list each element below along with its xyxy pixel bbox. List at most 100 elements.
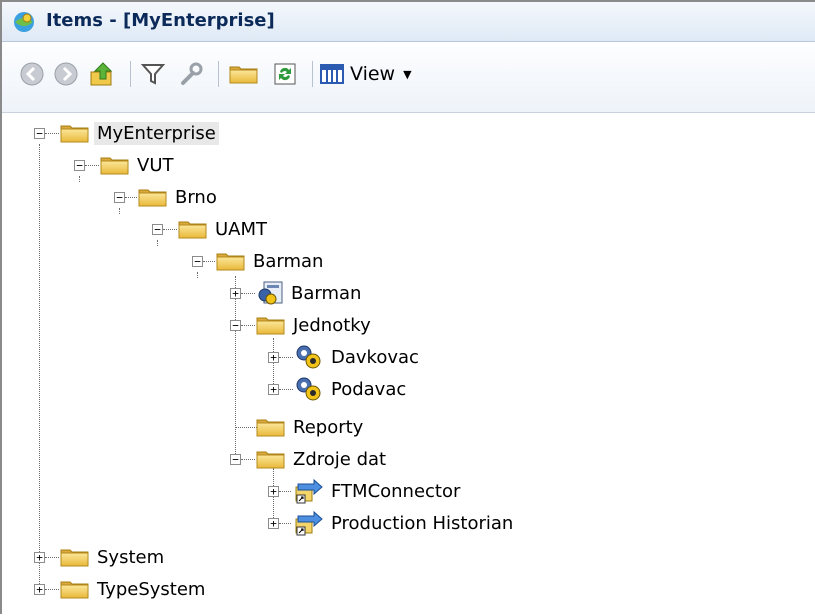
folder-icon xyxy=(60,547,90,567)
gears-icon xyxy=(294,376,324,402)
window-title: Items - [MyEnterprise] xyxy=(46,10,275,31)
tree-line xyxy=(235,276,236,460)
expander-vut[interactable]: − xyxy=(74,160,85,171)
node-label: Barman xyxy=(253,250,324,272)
folder-icon xyxy=(216,251,246,271)
back-icon xyxy=(20,62,44,86)
folder-icon xyxy=(256,315,286,335)
toolbar-separator xyxy=(130,61,131,87)
node-label: System xyxy=(97,546,165,568)
filter-icon xyxy=(140,64,166,85)
tree-line xyxy=(241,293,255,294)
toolbar: View ▼ xyxy=(2,43,815,113)
folder-icon xyxy=(60,123,90,143)
view-menu-button[interactable]: View ▼ xyxy=(320,57,440,91)
tree-line xyxy=(125,197,137,198)
tree-node-ftmconnector[interactable]: FTMConnector xyxy=(292,478,463,504)
node-label: Davkovac xyxy=(331,346,419,368)
expander-jednotky[interactable]: − xyxy=(230,320,241,331)
tree-line xyxy=(197,272,198,278)
folder-icon xyxy=(178,219,208,239)
expander-uamt[interactable]: − xyxy=(152,224,163,235)
tree-line xyxy=(85,165,99,166)
tree-line xyxy=(279,357,293,358)
barman-object-icon xyxy=(256,281,284,305)
tree-line xyxy=(203,261,215,262)
chevron-down-icon: ▼ xyxy=(403,67,412,81)
tree-line xyxy=(45,133,59,134)
tree-node-production-historian[interactable]: Production Historian xyxy=(292,510,516,536)
toolbar-separator xyxy=(312,61,313,87)
tree-line xyxy=(279,491,291,492)
node-label: TypeSystem xyxy=(97,578,206,600)
node-label: Barman xyxy=(291,282,362,304)
expander-typesystem[interactable]: + xyxy=(34,584,45,595)
expander-brno[interactable]: − xyxy=(114,192,125,203)
expander-davkovac[interactable]: + xyxy=(268,352,279,363)
folder-icon xyxy=(100,155,130,175)
forward-button[interactable] xyxy=(52,57,80,91)
tree-node-myenterprise[interactable]: MyEnterprise xyxy=(60,120,219,146)
folder-icon xyxy=(256,449,286,469)
tree-line xyxy=(241,459,255,460)
forward-icon xyxy=(54,62,78,86)
expander-ftmconnector[interactable]: + xyxy=(268,486,279,497)
columns-view-icon xyxy=(320,64,344,84)
tree-line xyxy=(241,325,255,326)
new-folder-button[interactable] xyxy=(228,57,260,91)
up-folder-button[interactable] xyxy=(88,57,118,91)
up-folder-icon xyxy=(90,62,113,86)
tree-node-system[interactable]: System xyxy=(60,544,167,570)
tree-node-typesystem[interactable]: TypeSystem xyxy=(60,576,208,602)
tree-node-barman-folder[interactable]: Barman xyxy=(216,248,326,274)
node-label: UAMT xyxy=(215,218,268,240)
tree-node-uamt[interactable]: UAMT xyxy=(178,216,270,242)
toolbar-separator xyxy=(218,61,219,87)
node-label: Zdroje dat xyxy=(293,448,387,470)
tree-node-podavac[interactable]: Podavac xyxy=(294,376,409,402)
expander-system[interactable]: + xyxy=(34,552,45,563)
refresh-icon xyxy=(274,63,296,85)
properties-button[interactable] xyxy=(176,57,206,91)
folder-icon xyxy=(138,187,168,207)
node-label: MyEnterprise xyxy=(94,121,219,145)
refresh-button[interactable] xyxy=(270,57,300,91)
tree-node-davkovac[interactable]: Davkovac xyxy=(294,344,422,370)
tree-line xyxy=(235,427,257,428)
title-bar: Items - [MyEnterprise] xyxy=(2,2,815,42)
expander-production-historian[interactable]: + xyxy=(268,518,279,529)
tree-line xyxy=(79,176,80,182)
tree-line xyxy=(119,208,120,214)
folder-icon xyxy=(256,417,286,437)
folder-icon xyxy=(229,64,259,84)
expander-myenterprise[interactable]: − xyxy=(34,128,45,139)
node-label: FTMConnector xyxy=(331,480,461,502)
tree-node-vut[interactable]: VUT xyxy=(100,152,176,178)
tree-line xyxy=(39,144,40,590)
tree-line xyxy=(45,557,59,558)
tree-node-zdroje-dat[interactable]: Zdroje dat xyxy=(256,446,389,472)
tree-line xyxy=(157,240,158,246)
tree-line xyxy=(279,389,293,390)
data-connector-icon xyxy=(292,510,324,536)
app-icon xyxy=(14,12,34,32)
items-tree: − MyEnterprise − VUT − Brno − UAMT − Bar… xyxy=(2,114,815,616)
tree-node-jednotky[interactable]: Jednotky xyxy=(256,312,374,338)
expander-podavac[interactable]: + xyxy=(268,384,279,395)
tree-node-barman-item[interactable]: Barman xyxy=(256,280,364,306)
tree-node-reporty[interactable]: Reporty xyxy=(256,414,366,440)
wrench-icon xyxy=(181,62,203,85)
tree-node-brno[interactable]: Brno xyxy=(138,184,220,210)
expander-zdroje-dat[interactable]: − xyxy=(230,454,241,465)
expander-barman-folder[interactable]: − xyxy=(192,256,203,267)
node-label: Podavac xyxy=(331,378,407,400)
gears-icon xyxy=(294,344,324,370)
expander-barman-item[interactable]: + xyxy=(230,288,241,299)
node-label: VUT xyxy=(137,154,174,176)
back-button[interactable] xyxy=(18,57,46,91)
filter-button[interactable] xyxy=(138,57,168,91)
folder-icon xyxy=(60,579,90,599)
items-window: Items - [MyEnterprise] View ▼ − MyEnterp… xyxy=(0,0,815,614)
node-label: Reporty xyxy=(293,416,364,438)
view-label: View xyxy=(350,63,396,85)
